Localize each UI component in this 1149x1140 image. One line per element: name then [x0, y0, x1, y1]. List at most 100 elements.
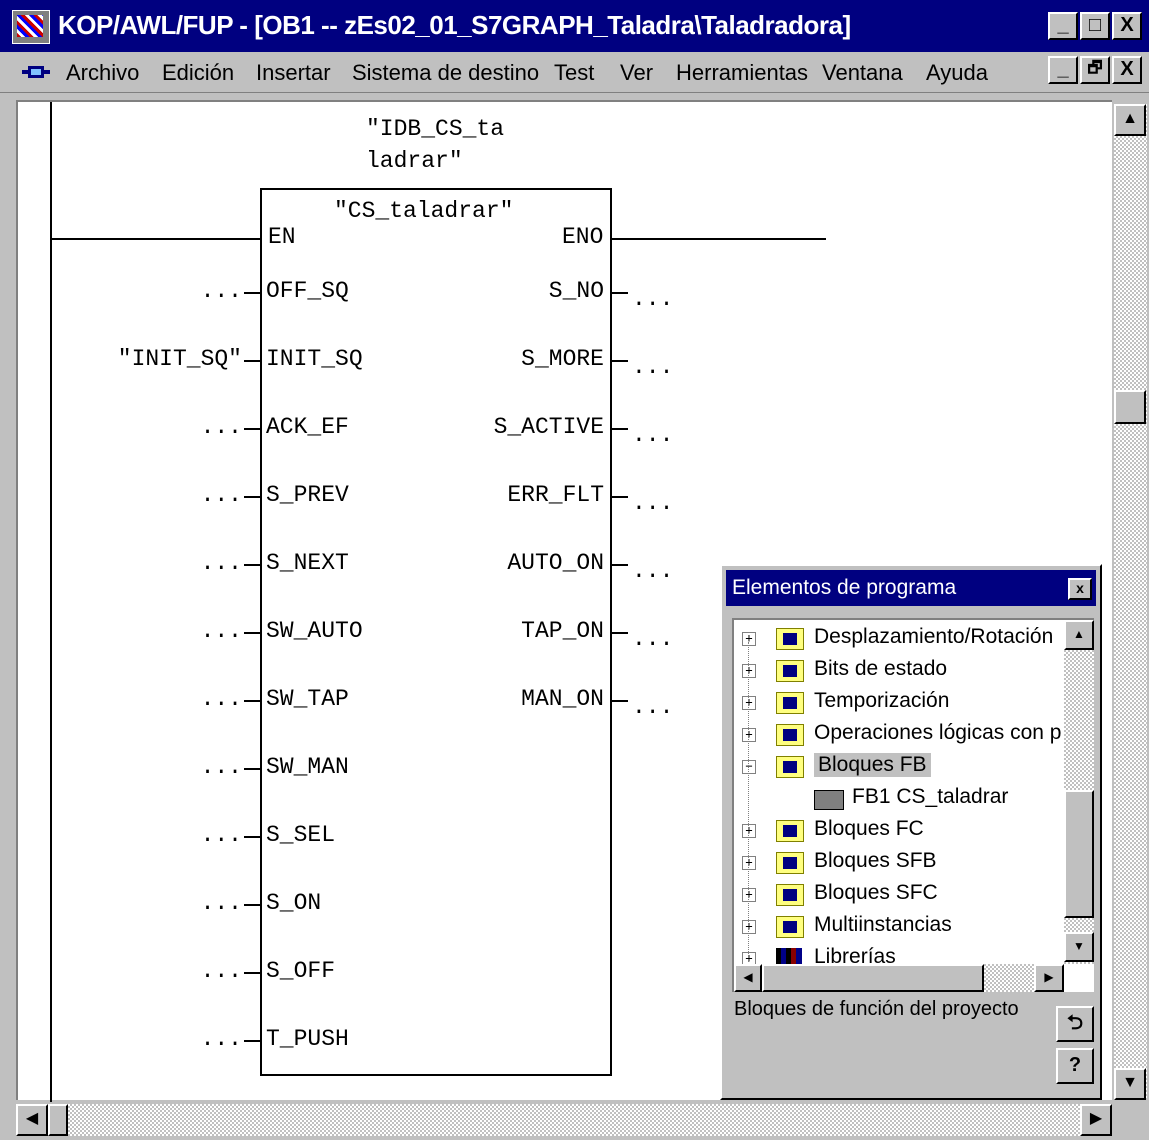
input-wire — [244, 632, 260, 634]
tree-expander-icon[interactable]: + — [742, 632, 756, 646]
input-wire — [244, 360, 260, 362]
tree-item[interactable]: + Operaciones lógicas con p — [734, 720, 1074, 750]
output-operand[interactable]: ... — [632, 286, 673, 312]
scroll-right-button[interactable]: ▶ — [1080, 1104, 1112, 1136]
input-operand[interactable]: ... — [201, 1026, 242, 1052]
output-operand[interactable]: ... — [632, 422, 673, 448]
tree-item[interactable]: + Desplazamiento/Rotación — [734, 624, 1074, 654]
tree-vertical-thumb[interactable] — [1064, 790, 1094, 918]
window-title: KOP/AWL/FUP - [OB1 -- zEs02_01_S7GRAPH_T… — [58, 10, 851, 40]
input-wire — [244, 1040, 260, 1042]
tree-item[interactable]: + Temporización — [734, 688, 1074, 718]
input-operand[interactable]: ... — [201, 754, 242, 780]
block-folder-icon — [776, 916, 804, 938]
tree-expander-icon[interactable]: + — [742, 888, 756, 902]
output-operand[interactable]: ... — [632, 354, 673, 380]
menu-edicion[interactable]: Edición — [162, 60, 234, 86]
tree-item[interactable]: + Bloques SFC — [734, 880, 1074, 910]
doc-minimize-button[interactable]: _ — [1048, 56, 1078, 84]
menu-ver[interactable]: Ver — [620, 60, 653, 86]
help-button[interactable]: ? — [1056, 1048, 1094, 1084]
tree-expander-icon[interactable]: + — [742, 728, 756, 742]
menu-herramientas[interactable]: Herramientas — [676, 60, 808, 86]
block-folder-icon — [776, 852, 804, 874]
output-pin-label: MAN_ON — [521, 686, 604, 712]
block-folder-icon — [776, 756, 804, 778]
doc-restore-button[interactable]: 🗗 — [1080, 56, 1110, 84]
input-operand[interactable]: ... — [201, 618, 242, 644]
horizontal-scrollbar[interactable] — [16, 1104, 1112, 1136]
input-operand[interactable]: ... — [201, 822, 242, 848]
tree-expander-icon[interactable]: + — [742, 920, 756, 934]
menu-ventana[interactable]: Ventana — [822, 60, 903, 86]
tree-expander-icon[interactable]: + — [742, 824, 756, 838]
function-block-icon — [814, 790, 844, 810]
tree-expander-icon[interactable]: + — [742, 664, 756, 678]
tree-expander-icon[interactable]: + — [742, 856, 756, 870]
input-wire — [244, 700, 260, 702]
tree-scroll-up-button[interactable]: ▲ — [1064, 620, 1094, 650]
tree-expander-icon[interactable]: + — [742, 696, 756, 710]
app-icon[interactable] — [12, 10, 50, 44]
pin-en: EN — [268, 224, 296, 250]
folder-icon — [776, 660, 804, 682]
minimize-button[interactable]: _ — [1048, 12, 1078, 40]
scroll-left-button[interactable]: ◀ — [16, 1104, 48, 1136]
tree-expander-icon[interactable]: − — [742, 760, 756, 774]
output-operand[interactable]: ... — [632, 558, 673, 584]
insert-element-button[interactable]: ⮌ — [1056, 1006, 1094, 1042]
instance-db-label[interactable]: "IDB_CS_ta — [366, 116, 504, 142]
program-elements-tree[interactable]: + Desplazamiento/Rotación + Bits de estado +… — [732, 618, 1094, 992]
input-operand[interactable]: ... — [201, 958, 242, 984]
panel-description: Bloques de función del proyecto — [734, 998, 1019, 1020]
vertical-scrollbar[interactable] — [1114, 104, 1147, 1100]
input-pin-label: T_PUSH — [266, 1026, 349, 1052]
tree-scroll-down-button[interactable]: ▼ — [1064, 932, 1094, 962]
input-wire — [244, 972, 260, 974]
scroll-down-button[interactable]: ▼ — [1114, 1068, 1146, 1100]
tree-item-label: Operaciones lógicas con p — [814, 721, 1062, 744]
tree-item[interactable]: − Bloques FB — [734, 752, 1074, 782]
tree-item[interactable]: + Bits de estado — [734, 656, 1074, 686]
input-operand[interactable]: ... — [201, 686, 242, 712]
input-pin-label: S_SEL — [266, 822, 336, 848]
menu-ayuda[interactable]: Ayuda — [926, 60, 988, 86]
menu-sistema-destino[interactable]: Sistema de destino — [352, 60, 539, 86]
tree-scroll-right-button[interactable]: ▶ — [1034, 964, 1064, 992]
doc-close-button[interactable]: X — [1112, 56, 1142, 84]
close-button[interactable]: X — [1112, 12, 1142, 40]
input-operand[interactable]: "INIT_SQ" — [118, 346, 242, 372]
menu-archivo[interactable]: Archivo — [66, 60, 139, 86]
output-operand[interactable]: ... — [632, 626, 673, 652]
output-pin-label: S_ACTIVE — [493, 414, 604, 440]
input-operand[interactable]: ... — [201, 414, 242, 440]
tree-item-label: Bloques SFC — [814, 881, 938, 904]
vertical-scroll-thumb[interactable] — [1114, 390, 1146, 424]
maximize-button[interactable]: □ — [1080, 12, 1110, 40]
panel-title-bar[interactable]: Elementos de programa x — [726, 570, 1096, 606]
tree-item[interactable]: FB1 CS_taladrar — [734, 784, 1074, 814]
title-bar: KOP/AWL/FUP - [OB1 -- zEs02_01_S7GRAPH_T… — [0, 0, 1149, 52]
tree-connector — [748, 642, 749, 962]
input-operand[interactable]: ... — [201, 550, 242, 576]
input-wire — [244, 836, 260, 838]
input-pin-label: S_NEXT — [266, 550, 349, 576]
output-operand[interactable]: ... — [632, 694, 673, 720]
panel-close-button[interactable]: x — [1068, 578, 1092, 600]
output-wire — [612, 292, 628, 294]
menu-test[interactable]: Test — [554, 60, 594, 86]
menu-insertar[interactable]: Insertar — [256, 60, 331, 86]
tree-scroll-left-button[interactable]: ◀ — [734, 964, 762, 992]
input-operand[interactable]: ... — [201, 278, 242, 304]
output-pin-label: S_NO — [548, 278, 604, 304]
horizontal-scroll-thumb[interactable] — [48, 1104, 68, 1136]
output-operand[interactable]: ... — [632, 490, 673, 516]
scroll-up-button[interactable]: ▲ — [1114, 104, 1146, 136]
tree-item[interactable]: + Bloques SFB — [734, 848, 1074, 878]
tree-item[interactable]: + Bloques FC — [734, 816, 1074, 846]
tree-horizontal-thumb[interactable] — [762, 964, 984, 992]
input-operand[interactable]: ... — [201, 890, 242, 916]
tree-item[interactable]: + Multiinstancias — [734, 912, 1074, 942]
input-operand[interactable]: ... — [201, 482, 242, 508]
document-icon[interactable] — [22, 62, 50, 82]
